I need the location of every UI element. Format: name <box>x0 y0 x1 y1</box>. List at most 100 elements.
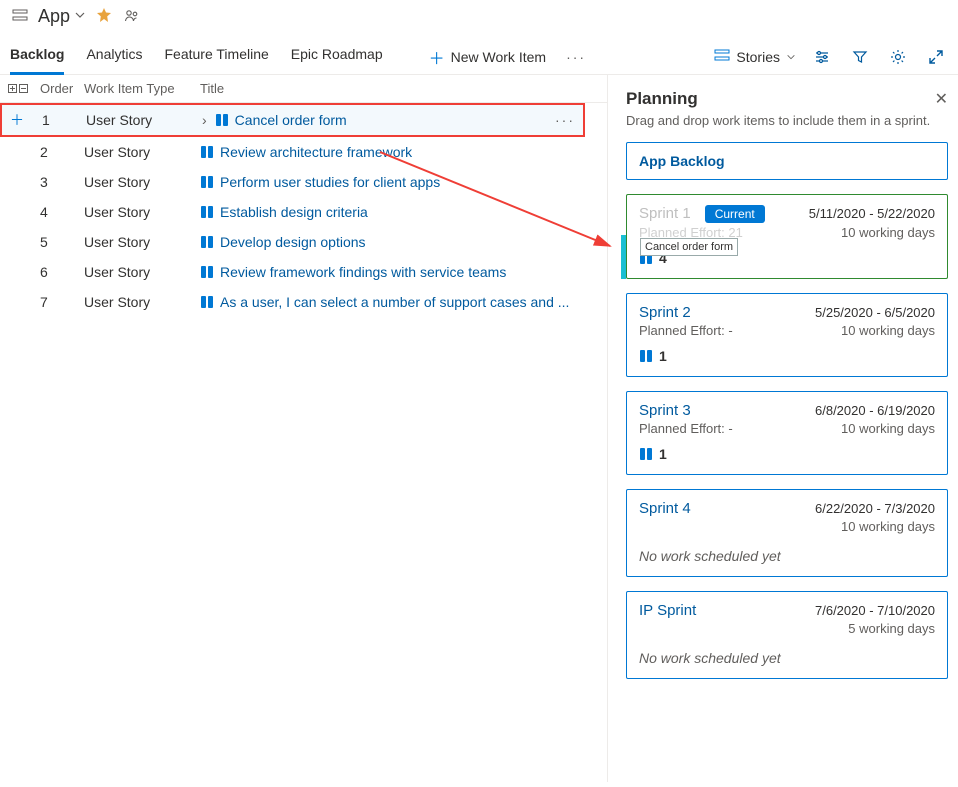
sprint-name[interactable]: IP Sprint <box>639 602 696 619</box>
table-row[interactable]: ＋1User Story Cancel order form ··· <box>0 103 585 137</box>
add-child-icon[interactable]: ＋ <box>10 110 42 130</box>
sprint-days: 10 working days <box>841 225 935 240</box>
expand-icon[interactable] <box>924 45 948 69</box>
sprint-bucket[interactable]: Sprint 3 6/8/2020 - 6/19/2020 Planned Effo… <box>626 391 948 475</box>
sprint-name[interactable]: Sprint 4 <box>639 500 691 517</box>
sprint-days: 10 working days <box>841 421 935 436</box>
close-icon[interactable]: ✕ <box>935 89 948 109</box>
sprint-dates: 6/22/2020 - 7/3/2020 <box>815 501 935 516</box>
work-item-link[interactable]: As a user, I can select a number of supp… <box>220 294 569 310</box>
user-story-icon <box>200 235 214 249</box>
sprint-name[interactable]: Sprint 1 <box>639 205 691 222</box>
table-row[interactable]: 3User Story Perform user studies for clie… <box>0 167 607 197</box>
work-item-link[interactable]: Establish design criteria <box>220 204 368 220</box>
col-order[interactable]: Order <box>40 81 84 96</box>
planning-subtitle: Drag and drop work items to include them… <box>626 113 948 128</box>
table-row[interactable]: 7User Story As a user, I can select a num… <box>0 287 607 317</box>
sprint-dates: 6/8/2020 - 6/19/2020 <box>815 403 935 418</box>
row-order: 5 <box>40 234 84 250</box>
table-row[interactable]: 2User Story Review architecture framework <box>0 137 607 167</box>
user-story-icon <box>639 447 653 461</box>
row-order: 4 <box>40 204 84 220</box>
tab-backlog[interactable]: Backlog <box>10 40 64 75</box>
sprint-bucket[interactable]: Sprint 2 5/25/2020 - 6/5/2020 Planned Effo… <box>626 293 948 377</box>
sprint-days: 10 working days <box>841 323 935 338</box>
sprint-dates: 5/11/2020 - 5/22/2020 <box>809 206 935 221</box>
chevron-down-icon <box>786 49 796 65</box>
people-icon[interactable] <box>118 2 146 30</box>
sprint-bucket[interactable]: IP Sprint 7/6/2020 - 7/10/2020 5 working d… <box>626 591 948 679</box>
row-order: 7 <box>40 294 84 310</box>
row-order: 6 <box>40 264 84 280</box>
row-more-icon[interactable]: ··· <box>555 112 575 128</box>
sprint-name[interactable]: Sprint 2 <box>639 304 691 321</box>
tab-analytics[interactable]: Analytics <box>86 40 142 74</box>
row-type: User Story <box>86 112 202 128</box>
col-title[interactable]: Title <box>200 81 599 96</box>
work-item-link[interactable]: Develop design options <box>220 234 366 250</box>
backlog-view-icon <box>714 48 730 67</box>
sprint-effort: Planned Effort: 21 <box>639 225 743 240</box>
sprint-bucket[interactable]: Sprint 4 6/22/2020 - 7/3/2020 10 working d… <box>626 489 948 577</box>
row-type: User Story <box>84 294 200 310</box>
sprint-dates: 7/6/2020 - 7/10/2020 <box>815 603 935 618</box>
sprint-effort: Planned Effort: - <box>639 323 733 338</box>
view-selector[interactable]: Stories <box>714 48 796 67</box>
sprint-days: 5 working days <box>848 621 935 636</box>
sprint-bucket[interactable]: Sprint 1 Current 5/11/2020 - 5/22/2020 Plan… <box>626 194 948 279</box>
tab-feature-timeline[interactable]: Feature Timeline <box>165 40 269 74</box>
collapse-all-icon[interactable] <box>19 84 28 93</box>
gear-icon[interactable] <box>886 45 910 69</box>
no-work-message: No work scheduled yet <box>639 650 935 666</box>
table-row[interactable]: 4User Story Establish design criteria <box>0 197 607 227</box>
table-row[interactable]: 5User Story Develop design options <box>0 227 607 257</box>
user-story-icon <box>200 295 214 309</box>
plus-icon: ＋ <box>429 45 445 69</box>
sprint-count: 1 <box>659 348 667 364</box>
sprint-count: 4 <box>659 250 667 266</box>
backlog-bucket-title: App Backlog <box>639 153 725 169</box>
planning-title: Planning <box>626 89 698 109</box>
more-actions-button[interactable]: ··· <box>566 49 586 65</box>
backlog-glyph-icon <box>6 2 34 30</box>
work-item-link[interactable]: Review framework findings with service t… <box>220 264 506 280</box>
row-order: 3 <box>40 174 84 190</box>
work-item-link[interactable]: Review architecture framework <box>220 144 412 160</box>
view-selector-label: Stories <box>736 49 780 65</box>
settings-sliders-icon[interactable] <box>810 45 834 69</box>
new-work-item-button[interactable]: ＋ New Work Item <box>423 41 552 73</box>
table-row[interactable]: 6User Story Review framework findings wit… <box>0 257 607 287</box>
work-item-link[interactable]: Perform user studies for client apps <box>220 174 440 190</box>
user-story-icon <box>639 349 653 363</box>
star-icon[interactable] <box>96 7 112 26</box>
current-badge: Current <box>705 205 765 223</box>
sprint-effort: Planned Effort: - <box>639 421 733 436</box>
row-order: 2 <box>40 144 84 160</box>
row-type: User Story <box>84 174 200 190</box>
filter-icon[interactable] <box>848 45 872 69</box>
user-story-icon <box>639 251 653 265</box>
row-type: User Story <box>84 144 200 160</box>
sprint-dates: 5/25/2020 - 6/5/2020 <box>815 305 935 320</box>
row-type: User Story <box>84 204 200 220</box>
tab-epic-roadmap[interactable]: Epic Roadmap <box>291 40 383 74</box>
row-type: User Story <box>84 264 200 280</box>
user-story-icon <box>200 205 214 219</box>
no-work-message: No work scheduled yet <box>639 548 935 564</box>
work-item-link[interactable]: Cancel order form <box>235 112 347 128</box>
sprint-name[interactable]: Sprint 3 <box>639 402 691 419</box>
row-type: User Story <box>84 234 200 250</box>
backlog-bucket[interactable]: App Backlog <box>626 142 948 180</box>
user-story-icon <box>200 145 214 159</box>
user-story-icon <box>200 175 214 189</box>
chevron-down-icon[interactable] <box>74 8 86 24</box>
sprint-days: 10 working days <box>841 519 935 534</box>
user-story-icon <box>200 265 214 279</box>
row-order: 1 <box>42 112 86 128</box>
app-title: App <box>38 6 70 27</box>
expand-all-icon[interactable] <box>8 84 17 93</box>
new-work-item-label: New Work Item <box>451 49 546 65</box>
sprint-count: 1 <box>659 446 667 462</box>
col-type[interactable]: Work Item Type <box>84 81 200 96</box>
user-story-icon <box>215 113 229 127</box>
